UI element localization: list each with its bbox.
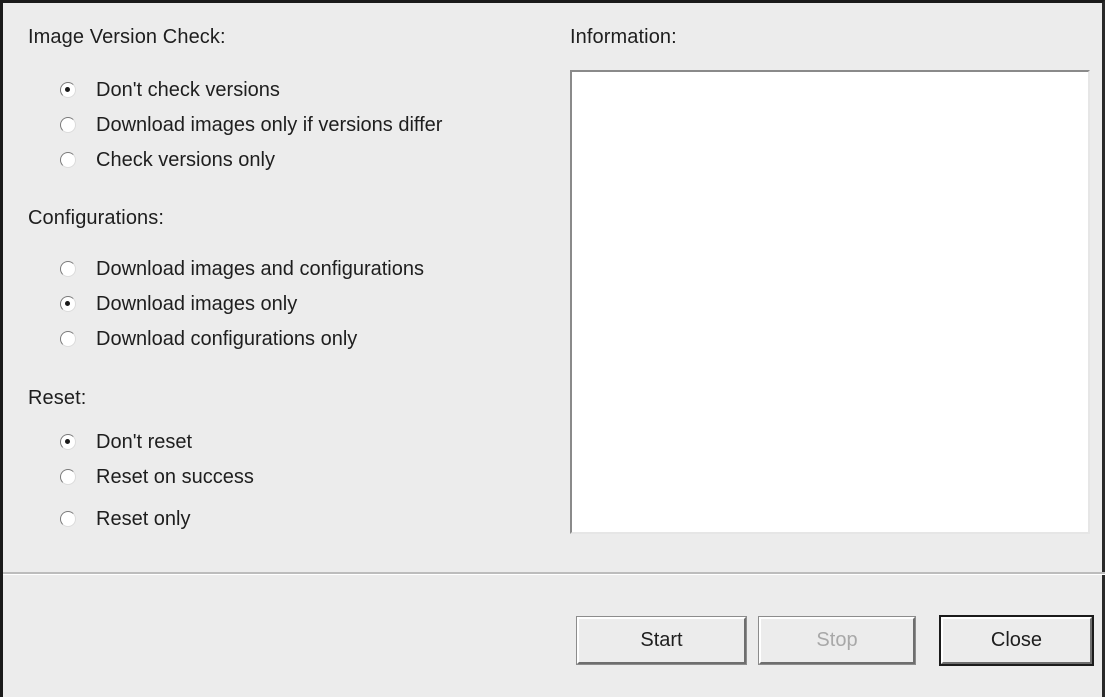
radio-selected-dot-icon [65,87,70,92]
separator-line [3,572,1105,575]
configurations-heading: Configurations: [28,207,165,229]
radio-circle-icon [60,434,76,450]
close-button[interactable]: Close [939,615,1094,666]
radio-download-if-versions-differ[interactable]: Download images only if versions differ [60,111,442,139]
stop-button[interactable]: Stop [758,616,916,665]
radio-download-images-and-configurations[interactable]: Download images and configurations [60,255,424,283]
radio-selected-dot-icon [65,439,70,444]
download-dialog: Image Version Check: Don't check version… [0,0,1105,697]
image-version-check-heading: Image Version Check: [28,26,226,48]
radio-label: Don't reset [96,431,193,453]
radio-label: Download configurations only [96,328,358,350]
radio-circle-icon [60,296,76,312]
radio-circle-icon [60,82,76,98]
radio-label: Reset only [96,508,191,530]
radio-label: Download images and configurations [96,258,424,280]
radio-circle-icon [60,469,76,485]
radio-reset-only[interactable]: Reset only [60,505,191,533]
radio-label: Reset on success [96,466,254,488]
radio-circle-icon [60,152,76,168]
start-button[interactable]: Start [576,616,747,665]
radio-dont-check-versions[interactable]: Don't check versions [60,76,280,104]
reset-heading: Reset: [28,387,87,409]
radio-circle-icon [60,511,76,527]
radio-selected-dot-icon [65,301,70,306]
radio-reset-on-success[interactable]: Reset on success [60,463,254,491]
radio-download-images-only[interactable]: Download images only [60,290,297,318]
radio-label: Download images only if versions differ [96,114,443,136]
radio-label: Check versions only [96,149,275,171]
radio-circle-icon [60,261,76,277]
radio-label: Download images only [96,293,298,315]
radio-label: Don't check versions [96,79,280,101]
radio-download-configurations-only[interactable]: Download configurations only [60,325,357,353]
radio-check-versions-only[interactable]: Check versions only [60,146,275,174]
radio-circle-icon [60,117,76,133]
information-textbox[interactable] [570,70,1090,534]
radio-circle-icon [60,331,76,347]
information-heading: Information: [570,26,677,48]
radio-dont-reset[interactable]: Don't reset [60,428,192,456]
